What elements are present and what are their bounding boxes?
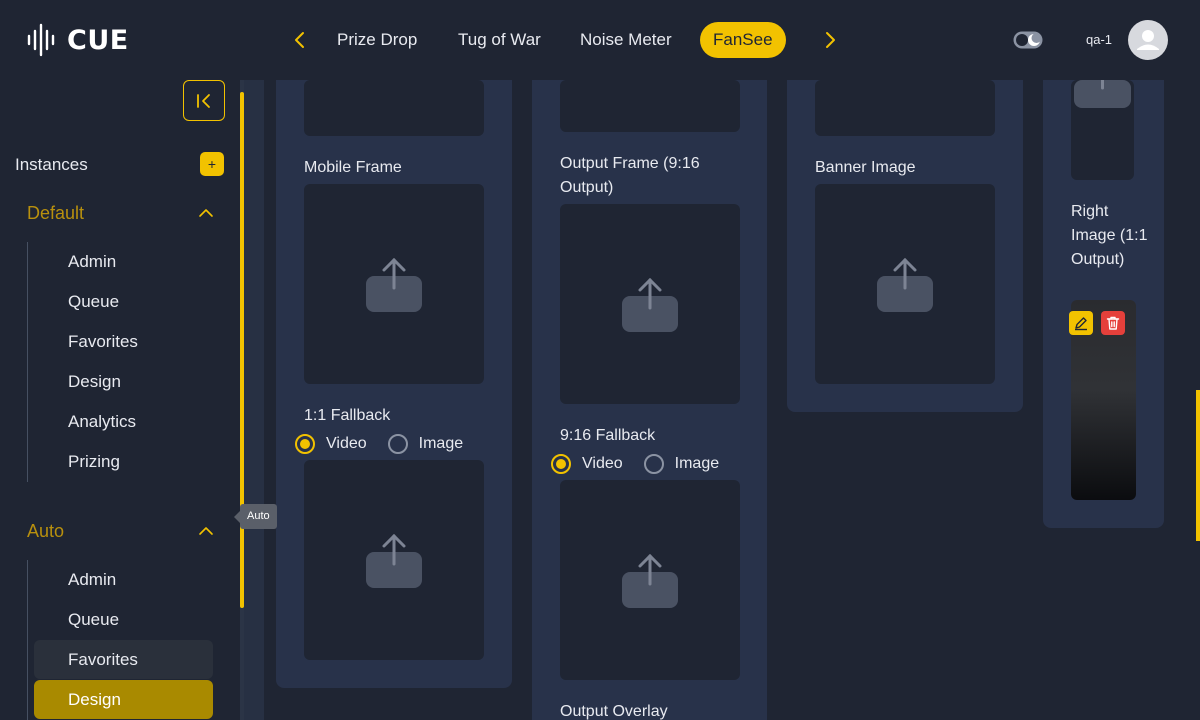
sidebar-item-auto-design[interactable]: Design [34,680,213,719]
radio-video-1-1[interactable] [295,434,315,454]
radio-image-1-1[interactable] [387,434,408,454]
upload-output-frame[interactable] [560,204,740,404]
sound-wave-icon [27,23,55,57]
upload-box-top[interactable] [815,80,995,136]
upload-fallback-9-16[interactable] [560,480,740,680]
upload-icon [366,533,422,588]
upload-fallback-1-1[interactable] [304,460,484,660]
sidebar-item-default-prizing[interactable]: Prizing [34,442,213,481]
chevron-right-icon[interactable] [817,27,843,53]
theme-toggle-icon[interactable] [1013,31,1043,49]
tree-line [27,560,28,720]
top-header: CUE Prize Drop Tug of War Noise Meter Fa… [0,0,1200,80]
group-auto-title[interactable]: Auto [27,521,64,542]
sidebar-item-auto-admin[interactable]: Admin [34,560,213,599]
app-root: CUE Prize Drop Tug of War Noise Meter Fa… [0,0,1200,720]
sidebar-item-default-admin[interactable]: Admin [34,242,213,281]
banner-image-label: Banner Image [815,159,916,176]
output-overlay-label: Output Overlay [560,703,668,720]
trash-icon [1106,316,1120,330]
upload-icon [877,257,933,312]
edit-button[interactable] [1069,311,1093,335]
mobile-frame-label: Mobile Frame [304,159,402,176]
radio-video-9-16[interactable] [551,454,571,474]
upload-box-top[interactable] [304,80,484,136]
upload-box-top[interactable] [560,80,740,132]
fallback-1-1-label: 1:1 Fallback [304,407,391,424]
fallback-9-16-label: 9:16 Fallback [560,427,656,444]
sidebar-item-default-queue[interactable]: Queue [34,282,213,321]
upload-icon [622,277,678,332]
add-instance-button[interactable]: + [200,152,224,176]
sidebar-item-auto-favorites[interactable]: Favorites [34,640,213,679]
output-frame-label: Output Frame (9:16 Output) [560,155,700,196]
upload-mobile-frame[interactable] [304,184,484,384]
sidebar-item-default-design[interactable]: Design [34,362,213,401]
pencil-icon [1075,317,1087,331]
content-edge-strip [244,80,264,720]
sidebar-item-default-favorites[interactable]: Favorites [34,322,213,361]
upload-icon [366,257,422,312]
main-scrollbar-thumb[interactable] [1196,390,1200,541]
chevron-up-icon[interactable] [197,525,215,537]
tooltip: Auto [234,504,277,529]
sidebar-item-auto-queue[interactable]: Queue [34,600,213,639]
upload-banner-image[interactable] [815,184,995,384]
chevron-up-icon[interactable] [197,207,215,219]
radio-video-label[interactable]: Video [582,455,623,473]
chevron-left-icon[interactable] [287,27,313,53]
tab-tug-of-war[interactable]: Tug of War [458,22,541,58]
delete-button[interactable] [1101,311,1125,335]
collapse-sidebar-button[interactable] [183,80,225,121]
tab-noise-meter[interactable]: Noise Meter [580,22,672,58]
radio-image-label[interactable]: Image [419,435,463,453]
cue-logo[interactable]: CUE [25,22,129,58]
username: qa-1 [1086,32,1113,47]
sidebar-item-default-analytics[interactable]: Analytics [34,402,213,441]
tree-line [27,242,28,482]
collapse-icon [197,93,210,108]
upload-icon [622,553,678,608]
radio-video-label[interactable]: Video [326,435,367,453]
main-content: Mobile Frame 1:1 Fallback Video Image Ou… [244,80,1200,720]
instances-label: Instances [15,155,88,174]
radio-image-9-16[interactable] [643,454,664,474]
tab-fansee[interactable]: FanSee [700,22,786,58]
radio-image-label[interactable]: Image [675,455,719,473]
fallback-1-1-radio-group: Video Image [295,432,484,456]
logo-text: CUE [67,24,129,56]
sidebar: Instances + Default Admin Queue Favorite… [0,80,240,720]
upload-icon [1074,80,1131,108]
fallback-9-16-radio-group: Video Image [551,452,740,476]
right-image-label: Right Image (1:1 Output) [1071,203,1148,268]
tab-prize-drop[interactable]: Prize Drop [337,22,417,58]
group-default-title[interactable]: Default [27,203,84,224]
user-avatar-icon[interactable] [1128,20,1168,60]
upload-box-top[interactable] [1071,80,1134,180]
